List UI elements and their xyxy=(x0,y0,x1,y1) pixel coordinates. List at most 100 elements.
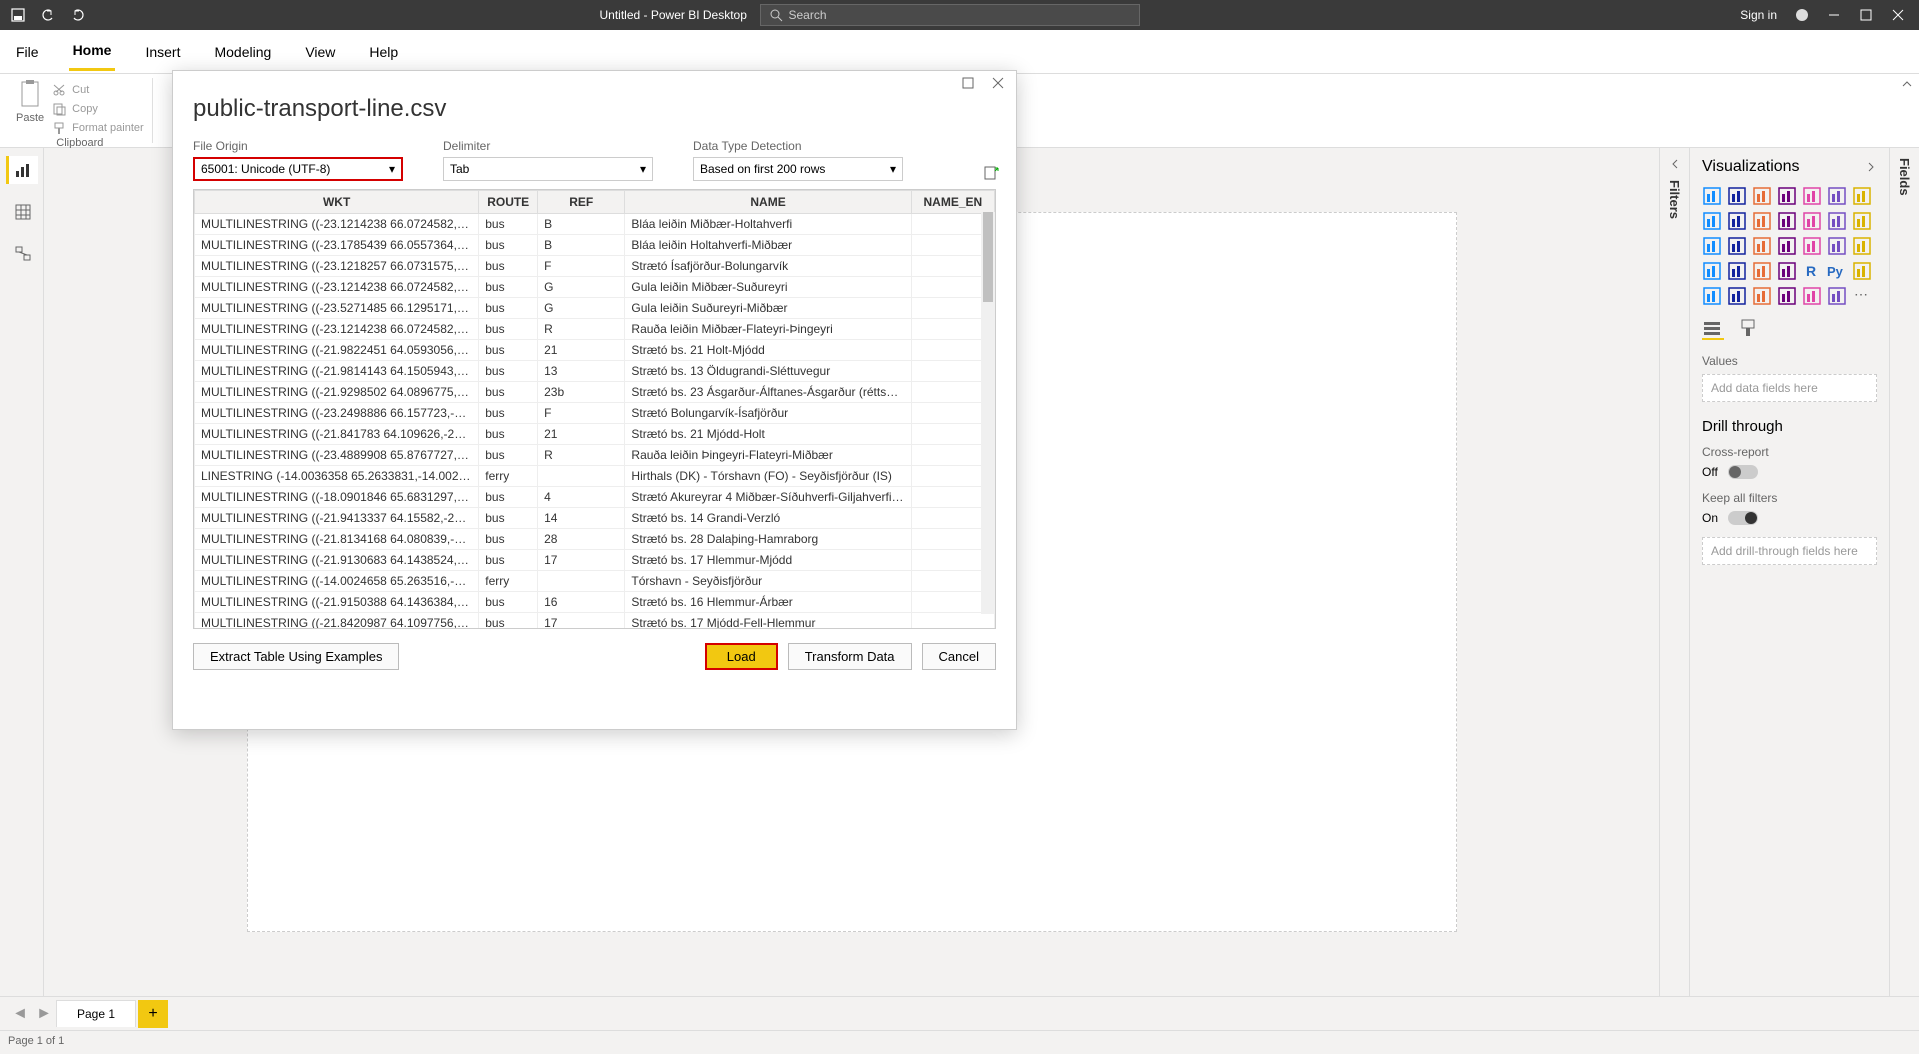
copy-button[interactable]: Copy xyxy=(52,100,144,118)
keep-filters-toggle[interactable] xyxy=(1728,511,1758,525)
viz-filled-map-icon[interactable] xyxy=(1777,236,1797,256)
col-header-name-en[interactable]: NAME_EN xyxy=(911,191,994,214)
cut-button[interactable]: Cut xyxy=(52,81,144,99)
report-view-button[interactable] xyxy=(6,156,38,184)
chevron-right-icon[interactable] xyxy=(1865,161,1877,173)
format-tool-icon[interactable] xyxy=(1738,318,1760,340)
menu-help[interactable]: Help xyxy=(365,34,402,70)
minimize-icon[interactable] xyxy=(1827,8,1841,22)
viz-table-icon[interactable] xyxy=(1752,261,1772,281)
table-row[interactable]: MULTILINESTRING ((-23.5271485 66.1295171… xyxy=(195,298,995,319)
maximize-icon[interactable] xyxy=(1859,8,1873,22)
user-avatar-icon[interactable] xyxy=(1795,8,1809,22)
ribbon-collapse-icon[interactable] xyxy=(1901,78,1913,90)
viz-decomposition-icon[interactable] xyxy=(1702,286,1722,306)
filters-collapsed-panel[interactable]: Filters xyxy=(1659,148,1689,996)
viz-key-influencers-icon[interactable] xyxy=(1852,261,1872,281)
menu-modeling[interactable]: Modeling xyxy=(210,34,275,70)
table-row[interactable]: LINESTRING (-14.0036358 65.2633831,-14.0… xyxy=(195,466,995,487)
viz-power-automate-icon[interactable] xyxy=(1827,286,1847,306)
table-row[interactable]: MULTILINESTRING ((-23.1785439 66.0557364… xyxy=(195,235,995,256)
viz-area-icon[interactable] xyxy=(1827,186,1847,206)
table-row[interactable]: MULTILINESTRING ((-14.0024658 65.263516,… xyxy=(195,571,995,592)
table-row[interactable]: MULTILINESTRING ((-21.9130683 64.1438524… xyxy=(195,550,995,571)
load-button[interactable]: Load xyxy=(705,643,778,670)
table-row[interactable]: MULTILINESTRING ((-23.1214238 66.0724582… xyxy=(195,319,995,340)
viz-line-clustered-icon[interactable] xyxy=(1702,211,1722,231)
data-view-button[interactable] xyxy=(6,198,38,226)
viz-paginated-icon[interactable] xyxy=(1777,286,1797,306)
table-row[interactable]: MULTILINESTRING ((-21.841783 64.109626,-… xyxy=(195,424,995,445)
viz-clustered-bar-icon[interactable] xyxy=(1727,186,1747,206)
page-next-icon[interactable]: ► xyxy=(32,1005,56,1023)
viz-treemap-icon[interactable] xyxy=(1727,236,1747,256)
viz-smart-narrative-icon[interactable] xyxy=(1752,286,1772,306)
fields-tool-icon[interactable] xyxy=(1702,318,1724,340)
save-icon[interactable] xyxy=(10,7,26,23)
scrollbar-thumb[interactable] xyxy=(983,212,993,302)
dtd-select[interactable]: Based on first 200 rows ▾ xyxy=(693,157,903,181)
undo-icon[interactable] xyxy=(40,7,56,23)
drill-field-well[interactable]: Add drill-through fields here xyxy=(1702,537,1877,565)
viz-stacked-area-icon[interactable] xyxy=(1852,186,1872,206)
viz-gauge-icon[interactable] xyxy=(1802,236,1822,256)
table-row[interactable]: MULTILINESTRING ((-21.8134168 64.080839,… xyxy=(195,529,995,550)
viz-clustered-column-icon[interactable] xyxy=(1777,186,1797,206)
table-row[interactable]: MULTILINESTRING ((-23.4889908 65.8767727… xyxy=(195,445,995,466)
delimiter-select[interactable]: Tab ▾ xyxy=(443,157,653,181)
cross-report-toggle[interactable] xyxy=(1728,465,1758,479)
viz-kpi-icon[interactable] xyxy=(1702,261,1722,281)
menu-file[interactable]: File xyxy=(12,34,43,70)
menu-insert[interactable]: Insert xyxy=(141,34,184,70)
menu-home[interactable]: Home xyxy=(69,32,116,71)
dialog-maximize-icon[interactable] xyxy=(962,77,974,89)
viz-py-visual-icon[interactable]: Py xyxy=(1827,261,1847,281)
table-row[interactable]: MULTILINESTRING ((-21.9814143 64.1505943… xyxy=(195,361,995,382)
col-header-ref[interactable]: REF xyxy=(538,191,625,214)
col-header-name[interactable]: NAME xyxy=(625,191,911,214)
model-view-button[interactable] xyxy=(6,240,38,268)
search-box[interactable]: Search xyxy=(760,4,1140,26)
col-header-route[interactable]: ROUTE xyxy=(479,191,538,214)
table-row[interactable]: MULTILINESTRING ((-23.1218257 66.0731575… xyxy=(195,256,995,277)
viz-r-visual-icon[interactable]: R xyxy=(1802,261,1822,281)
refresh-preview-icon[interactable] xyxy=(983,165,999,181)
col-header-wkt[interactable]: WKT xyxy=(195,191,479,214)
dialog-close-icon[interactable] xyxy=(992,77,1004,89)
viz-waterfall-icon[interactable] xyxy=(1777,211,1797,231)
add-page-button[interactable]: + xyxy=(138,1000,168,1028)
table-row[interactable]: MULTILINESTRING ((-23.2498886 66.157723,… xyxy=(195,403,995,424)
viz-scatter-icon[interactable] xyxy=(1827,211,1847,231)
viz-power-apps-icon[interactable] xyxy=(1802,286,1822,306)
viz-funnel-icon[interactable] xyxy=(1802,211,1822,231)
fields-collapsed-panel[interactable]: Fields xyxy=(1889,148,1919,996)
paste-button[interactable]: Paste xyxy=(16,78,44,124)
viz-qa-icon[interactable] xyxy=(1727,286,1747,306)
table-row[interactable]: MULTILINESTRING ((-23.1214238 66.0724582… xyxy=(195,277,995,298)
viz-donut-icon[interactable] xyxy=(1702,236,1722,256)
transform-data-button[interactable]: Transform Data xyxy=(788,643,912,670)
close-icon[interactable] xyxy=(1891,8,1905,22)
menu-view[interactable]: View xyxy=(301,34,339,70)
viz-matrix-icon[interactable] xyxy=(1777,261,1797,281)
viz-slicer-icon[interactable] xyxy=(1727,261,1747,281)
format-painter-button[interactable]: Format painter xyxy=(52,119,144,137)
cancel-button[interactable]: Cancel xyxy=(922,643,996,670)
extract-table-button[interactable]: Extract Table Using Examples xyxy=(193,643,399,670)
vertical-scrollbar[interactable] xyxy=(981,212,995,614)
signin-label[interactable]: Sign in xyxy=(1740,8,1777,22)
page-prev-icon[interactable]: ◄ xyxy=(8,1005,32,1023)
tab-page-1[interactable]: Page 1 xyxy=(56,1000,136,1027)
table-row[interactable]: MULTILINESTRING ((-18.0901846 65.6831297… xyxy=(195,487,995,508)
table-row[interactable]: MULTILINESTRING ((-21.9413337 64.15582,-… xyxy=(195,508,995,529)
table-row[interactable]: MULTILINESTRING ((-21.9298502 64.0896775… xyxy=(195,382,995,403)
table-row[interactable]: MULTILINESTRING ((-21.9150388 64.1436384… xyxy=(195,592,995,613)
viz-line-icon[interactable] xyxy=(1802,186,1822,206)
viz-more-icon[interactable]: ⋯ xyxy=(1852,286,1872,306)
viz-ribbon-icon[interactable] xyxy=(1752,211,1772,231)
file-origin-select[interactable]: 65001: Unicode (UTF-8) ▾ xyxy=(193,157,403,181)
table-row[interactable]: MULTILINESTRING ((-21.9822451 64.0593056… xyxy=(195,340,995,361)
viz-pie-icon[interactable] xyxy=(1852,211,1872,231)
viz-multi-card-icon[interactable] xyxy=(1852,236,1872,256)
redo-icon[interactable] xyxy=(70,7,86,23)
